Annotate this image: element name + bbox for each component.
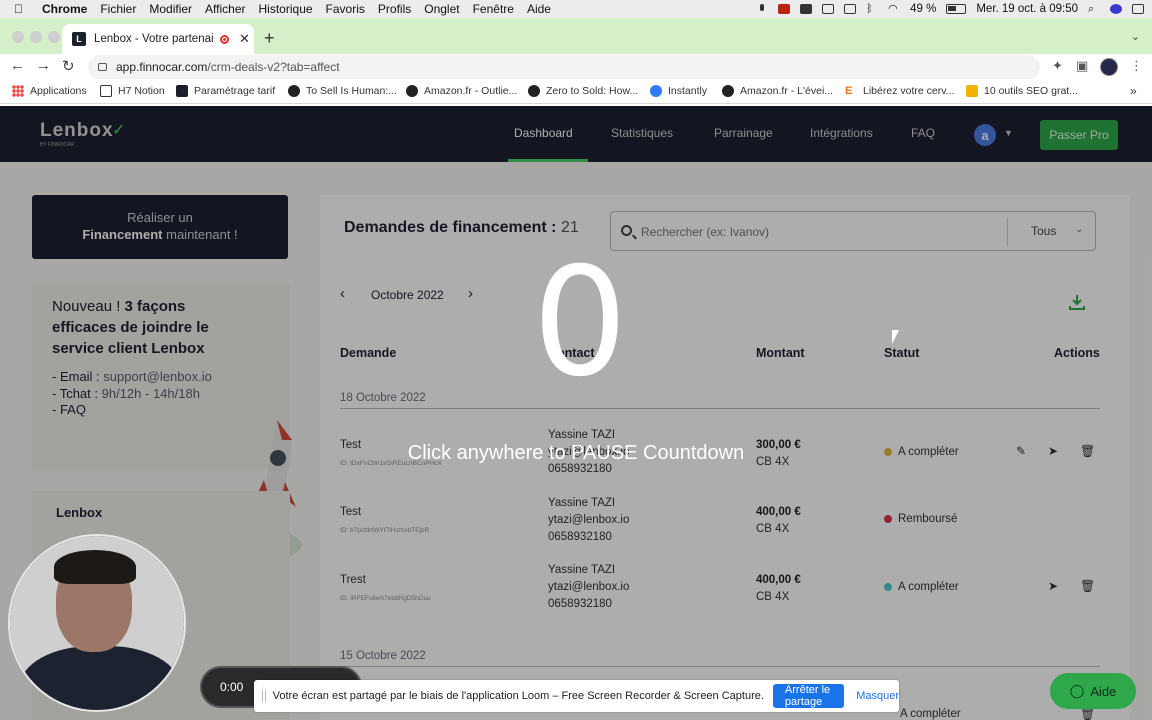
github-icon [406, 85, 418, 97]
menu-afficher[interactable]: Afficher [205, 2, 245, 16]
display-icon[interactable] [844, 4, 857, 14]
bookmark-liberez-votre-cerveau[interactable]: E Libérez votre cerv... [845, 85, 954, 97]
bookmark-notion[interactable]: H7 Notion [100, 85, 165, 97]
browser-tab-strip: L Lenbox - Votre partenaire ✕ + ⌄ [0, 18, 1152, 54]
notion-icon [100, 85, 112, 97]
profile-avatar[interactable] [1100, 58, 1118, 76]
tab-close-icon[interactable]: ✕ [239, 31, 250, 47]
apple-icon[interactable]:  [14, 2, 34, 16]
dropbox-icon[interactable] [800, 4, 813, 14]
microphone-icon[interactable] [756, 4, 768, 14]
menu-modifier[interactable]: Modifier [149, 2, 192, 16]
battery-icon[interactable] [946, 4, 967, 14]
reload-icon[interactable]: ↻ [62, 57, 75, 75]
back-arrow-icon[interactable]: ← [10, 57, 25, 74]
battery-percent: 49 % [910, 3, 937, 15]
menu-historique[interactable]: Historique [259, 2, 313, 16]
e-icon: E [845, 85, 853, 97]
forward-arrow-icon[interactable]: → [36, 57, 51, 74]
webcam-person-body [20, 646, 180, 710]
loom-status-icon[interactable] [778, 4, 791, 14]
bookmark-amazon-outliers[interactable]: Amazon.fr - Outlie... [406, 85, 517, 97]
github-icon [528, 85, 540, 97]
bookmark-applications[interactable]: Applications [12, 85, 87, 97]
menu-onglet[interactable]: Onglet [424, 2, 459, 16]
bookmark-instantly[interactable]: Instantly [650, 85, 707, 97]
browser-tab-active[interactable]: L Lenbox - Votre partenaire ✕ [62, 24, 254, 54]
url-text[interactable]: app.finnocar.com/crm-deals-v2?tab=affect [116, 60, 340, 74]
webcam-bubble[interactable] [8, 534, 186, 712]
bookmark-to-sell-is-human[interactable]: To Sell Is Human:... [288, 85, 397, 97]
menu-app-name[interactable]: Chrome [42, 2, 87, 16]
address-bar[interactable]: app.finnocar.com/crm-deals-v2?tab=affect [88, 55, 1040, 79]
recording-indicator-icon [220, 34, 229, 44]
menu-fenetre[interactable]: Fenêtre [473, 2, 514, 16]
menu-favoris[interactable]: Favoris [326, 2, 365, 16]
browser-toolbar: ← → ↻ app.finnocar.com/crm-deals-v2?tab=… [0, 54, 1152, 80]
webcam-person-hair [54, 550, 136, 584]
help-label: Aide [1090, 683, 1117, 699]
extensions-puzzle-icon[interactable]: ✦ [1052, 58, 1063, 74]
window-minimize-control[interactable] [30, 31, 42, 43]
macos-menubar:  Chrome Fichier Modifier Afficher Histo… [0, 0, 1152, 18]
window-close-control[interactable] [12, 31, 24, 43]
github-icon [288, 85, 300, 97]
mouse-cursor-icon [892, 330, 899, 344]
bolt-icon [966, 85, 978, 97]
tab-title: Lenbox - Votre partenaire [94, 33, 214, 45]
bookmark-zero-to-sold[interactable]: Zero to Sold: How... [528, 85, 638, 97]
lenbox-favicon-icon: L [72, 32, 86, 46]
recording-timer: 0:00 [220, 680, 244, 694]
window-zoom-control[interactable] [48, 31, 60, 43]
wifi-icon[interactable]: ◠ [888, 4, 900, 15]
help-chat-button[interactable]: ◯ Aide [1050, 673, 1136, 709]
chrome-menu-icon[interactable]: ⋮ [1130, 58, 1143, 74]
bookmarks-overflow-icon[interactable]: » [1130, 84, 1137, 98]
control-center-icon[interactable] [1132, 4, 1144, 14]
drag-handle-icon[interactable] [262, 690, 266, 702]
screen-share-notification: Votre écran est partagé par le biais de … [254, 680, 899, 712]
bluetooth-icon[interactable]: ᛒ [866, 4, 878, 15]
github-icon [722, 85, 734, 97]
menu-profils[interactable]: Profils [378, 2, 411, 16]
tab-search-chevron-icon[interactable]: ⌄ [1131, 30, 1140, 43]
screen-share-icon[interactable] [822, 4, 835, 14]
chat-bubble-icon: ◯ [1069, 683, 1085, 698]
hide-button[interactable]: Masquer [856, 690, 899, 702]
bookmark-parametrage-tarif[interactable]: Paramétrage tarif [176, 85, 275, 97]
countdown-number: 0 [532, 236, 628, 410]
share-message: Votre écran est partagé par le biais de … [272, 690, 764, 702]
lenbox-icon [176, 85, 188, 97]
instantly-icon [650, 85, 662, 97]
spotlight-search-icon[interactable]: ⌕ [1088, 4, 1100, 15]
bookmarks-bar: Applications H7 Notion Paramétrage tarif… [0, 80, 1152, 104]
stop-sharing-button[interactable]: Arrêter le partage [772, 684, 845, 708]
siri-icon[interactable] [1110, 4, 1122, 14]
apps-grid-icon [12, 85, 24, 97]
menu-aide[interactable]: Aide [527, 2, 551, 16]
side-panel-icon[interactable]: ▣ [1076, 58, 1088, 74]
pause-instruction: Click anywhere to PAUSE Countdown [407, 442, 745, 464]
menu-fichier[interactable]: Fichier [100, 2, 136, 16]
new-tab-icon[interactable]: + [264, 28, 275, 49]
bookmark-outils-seo[interactable]: 10 outils SEO grat... [966, 85, 1078, 97]
bookmark-amazon-eveil[interactable]: Amazon.fr - L'évei... [722, 85, 833, 97]
lock-icon[interactable] [98, 63, 107, 71]
clock[interactable]: Mer. 19 oct. à 09:50 [976, 3, 1078, 15]
status-area: ᛒ ◠ 49 % Mer. 19 oct. à 09:50 ⌕ [756, 0, 1144, 18]
